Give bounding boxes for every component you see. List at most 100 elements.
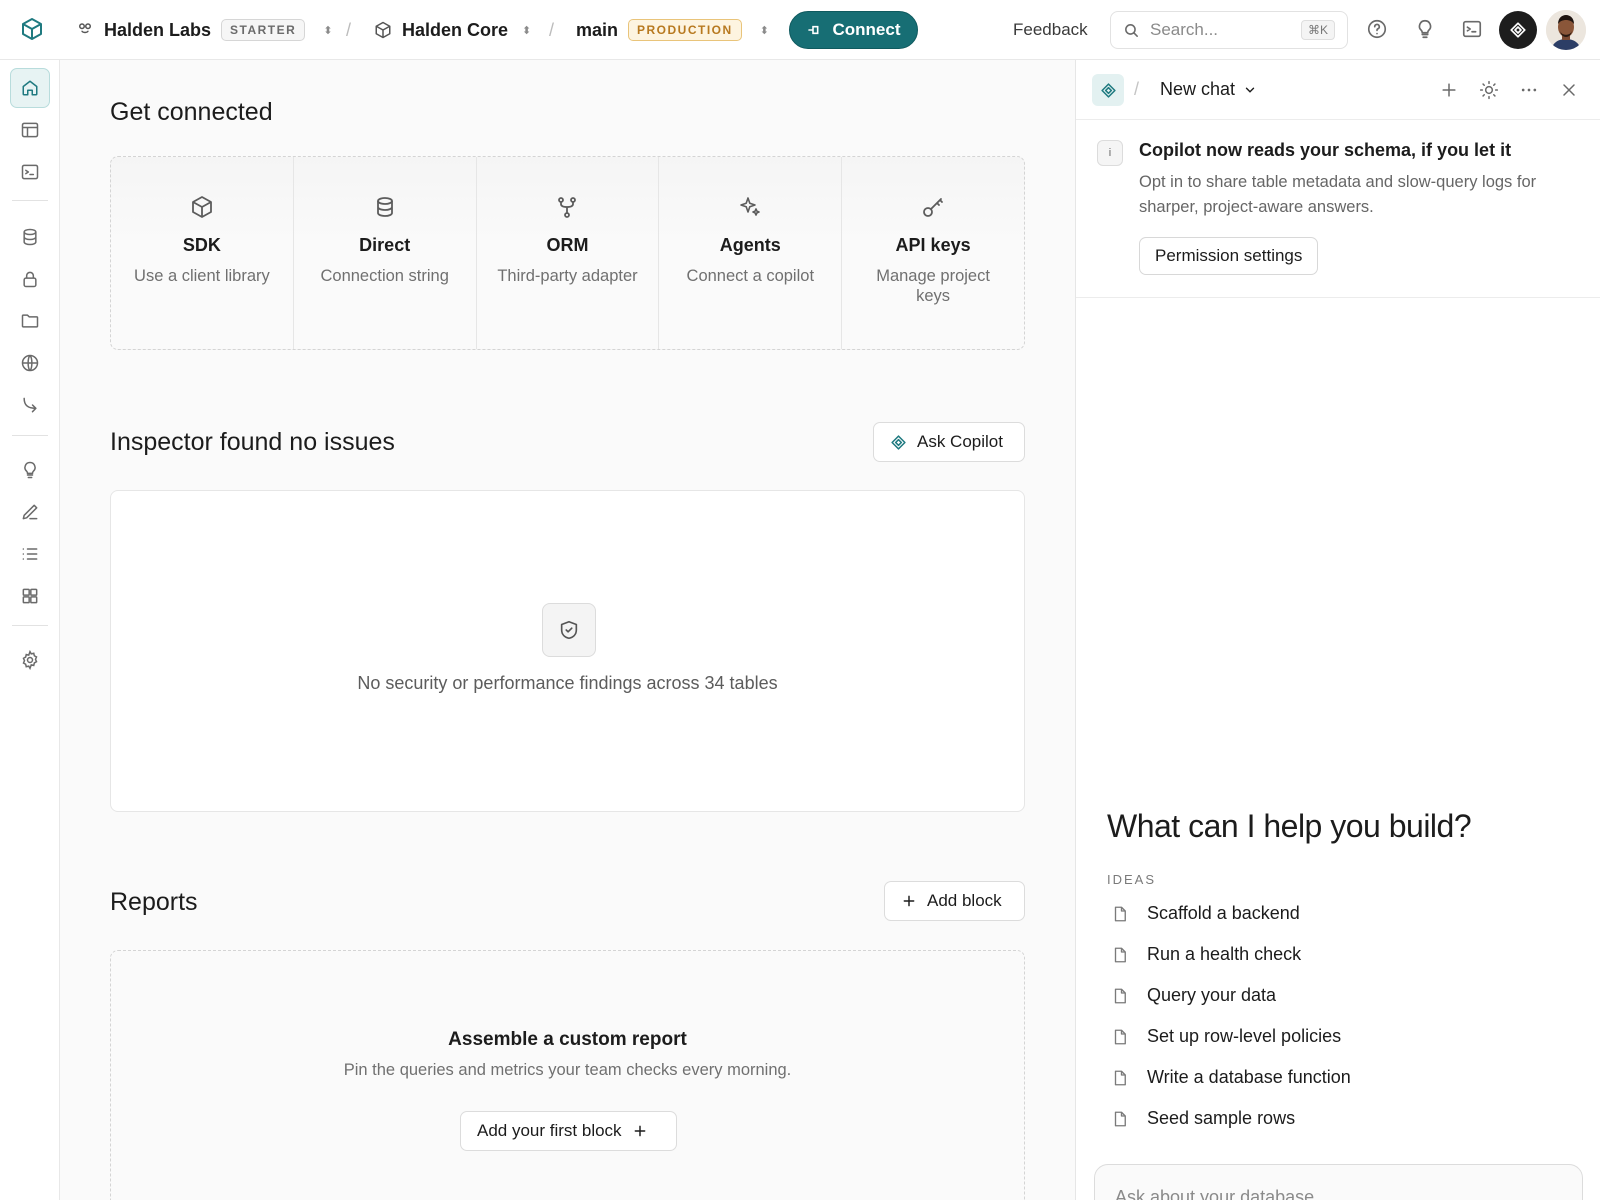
project-name: Halden Core	[402, 19, 509, 40]
sidebar-item-reports[interactable]	[10, 492, 50, 532]
copilot-header: / New chat	[1076, 60, 1600, 120]
search-icon	[1123, 22, 1140, 39]
file-icon	[1111, 905, 1129, 923]
info-icon: i	[1097, 140, 1123, 166]
idea-label: Seed sample rows	[1147, 1108, 1296, 1128]
report-subtitle: Pin the queries and metrics your team ch…	[343, 1061, 792, 1079]
copilot-diamond-icon	[1092, 74, 1124, 106]
chat-selector[interactable]: New chat	[1160, 79, 1257, 100]
database-icon	[20, 227, 40, 247]
sidebar-divider	[12, 200, 48, 201]
plus-icon[interactable]	[1439, 80, 1459, 100]
sidebar-divider	[12, 435, 48, 436]
report-title: Assemble a custom report	[448, 1029, 687, 1050]
ideas-label: IDEAS	[1107, 872, 1157, 887]
inspector-message: No security or performance findings acro…	[357, 673, 778, 693]
idea-item[interactable]: Set up row-level policies	[1111, 1026, 1341, 1047]
pen-icon	[20, 502, 40, 522]
get-connected-heading: Get connected	[110, 98, 273, 126]
chat-title: New chat	[1160, 79, 1236, 99]
sidebar-item-integrations[interactable]	[10, 576, 50, 616]
org-icon	[76, 21, 94, 39]
idea-label: Query your data	[1147, 985, 1277, 1005]
idea-item[interactable]: Run a health check	[1111, 944, 1301, 965]
lightbulb-icon	[20, 460, 40, 480]
lock-icon	[20, 269, 40, 289]
inspector-panel: No security or performance findings acro…	[110, 490, 1025, 812]
top-bar: Halden Labs STARTER ⬍ / Halden Core ⬍ / …	[0, 0, 1600, 60]
idea-label: Write a database function	[1147, 1067, 1351, 1087]
breadcrumb-separator: /	[1134, 79, 1140, 99]
custom-report-panel: Assemble a custom report Pin the queries…	[110, 950, 1025, 1200]
key-icon	[921, 195, 945, 223]
sidebar-item-table-editor[interactable]	[10, 110, 50, 150]
sidebar-item-functions[interactable]	[10, 385, 50, 425]
idea-item[interactable]: Scaffold a backend	[1111, 903, 1300, 924]
idea-item[interactable]: Query your data	[1111, 985, 1276, 1006]
connect-option-sdk[interactable]: SDK Use a client library	[111, 157, 294, 349]
sidebar-item-home[interactable]	[10, 68, 50, 108]
table-editor-icon	[20, 120, 40, 140]
chat-input[interactable]: Ask about your database	[1094, 1164, 1583, 1200]
breadcrumb-separator: /	[549, 20, 555, 40]
permission-settings-button[interactable]: Permission settings	[1139, 237, 1319, 275]
sidebar-item-advisors[interactable]	[10, 450, 50, 490]
list-icon	[20, 544, 40, 564]
terminal-icon[interactable]	[1461, 18, 1483, 40]
ask-copilot-button[interactable]: Ask Copilot	[873, 422, 1025, 462]
sidebar-item-auth[interactable]	[10, 259, 50, 299]
database-icon	[373, 195, 397, 223]
connect-option-api-keys[interactable]: API keys Manage project keys	[842, 157, 1024, 349]
shield-check-icon	[542, 603, 596, 657]
project-switcher[interactable]: Halden Core ⬍	[374, 0, 531, 60]
feedback-link[interactable]: Feedback	[1013, 20, 1088, 40]
cube-icon	[190, 195, 214, 223]
copilot-diamond-icon	[890, 434, 907, 451]
add-first-block-button[interactable]: Add your first block	[460, 1111, 677, 1151]
function-arrow-icon	[20, 395, 40, 415]
idea-label: Run a health check	[1147, 944, 1302, 964]
sidebar-item-logs[interactable]	[10, 534, 50, 574]
connect-button[interactable]: Connect	[789, 11, 918, 49]
connect-label: Connect	[832, 20, 901, 39]
idea-item[interactable]: Write a database function	[1111, 1067, 1351, 1088]
idea-label: Scaffold a backend	[1147, 903, 1300, 923]
sidebar	[0, 60, 60, 1200]
ask-copilot-label: Ask Copilot	[917, 432, 1003, 451]
branch-switcher[interactable]: main PRODUCTION ⬍	[576, 0, 769, 60]
idea-item[interactable]: Seed sample rows	[1111, 1108, 1295, 1129]
option-title: API keys	[895, 235, 971, 255]
connect-option-agents[interactable]: Agents Connect a copilot	[659, 157, 843, 349]
search-input[interactable]: Search... ⌘K	[1110, 11, 1348, 49]
lightbulb-icon[interactable]	[1414, 18, 1436, 40]
home-icon	[21, 79, 39, 97]
search-shortcut: ⌘K	[1300, 20, 1335, 40]
sun-icon[interactable]	[1479, 80, 1499, 100]
app-logo-icon[interactable]	[20, 17, 44, 41]
grid-icon	[20, 586, 40, 606]
sidebar-item-storage[interactable]	[10, 301, 50, 341]
copilot-toggle-button[interactable]	[1499, 11, 1537, 49]
help-icon[interactable]	[1366, 18, 1388, 40]
cube-icon	[374, 21, 392, 39]
plus-icon	[901, 893, 917, 909]
sidebar-item-database[interactable]	[10, 217, 50, 257]
connect-option-direct[interactable]: Direct Connection string	[294, 157, 477, 349]
sidebar-item-sql-editor[interactable]	[10, 152, 50, 192]
org-switcher[interactable]: Halden Labs STARTER ⬍	[76, 0, 333, 60]
sidebar-item-realtime[interactable]	[10, 343, 50, 383]
close-icon[interactable]	[1559, 80, 1579, 100]
org-name: Halden Labs	[104, 19, 212, 40]
file-icon	[1111, 1028, 1129, 1046]
search-placeholder: Search...	[1150, 20, 1219, 39]
sidebar-item-settings[interactable]	[10, 640, 50, 680]
connect-option-orm[interactable]: ORM Third-party adapter	[477, 157, 660, 349]
sql-editor-icon	[20, 162, 40, 182]
more-options-icon[interactable]	[1519, 80, 1539, 100]
chevron-updown-icon: ⬍	[323, 24, 333, 37]
option-subtitle: Connect a copilot	[686, 267, 815, 285]
add-block-button[interactable]: Add block	[884, 881, 1025, 921]
plus-icon	[632, 1123, 648, 1139]
user-avatar[interactable]	[1546, 10, 1586, 50]
option-subtitle: Third-party adapter	[497, 267, 638, 285]
